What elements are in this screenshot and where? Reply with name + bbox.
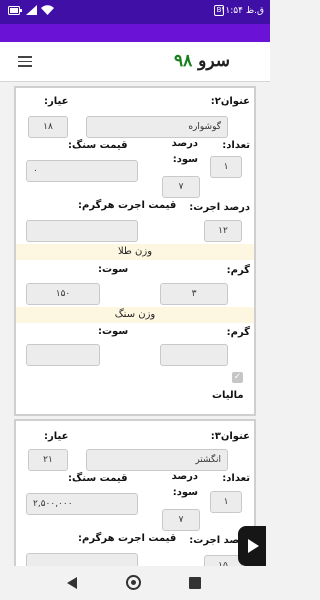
status-time: ۱۱:۵۴ ق.ظ [220,6,264,16]
wifi-icon [41,5,54,15]
stone-price-label: قیمت سنگ: [68,473,128,484]
profit-label-line2: سود: [172,154,198,165]
title-field[interactable]: انگشتر [86,449,228,471]
signal-icon [26,5,37,15]
sut-label: سوت: [98,264,129,275]
stone-gram-label: گرم: [226,327,250,338]
carat-label: عیار: [44,431,69,442]
menu-icon[interactable] [18,56,32,67]
stone-price-field[interactable]: ۲,۵۰۰,۰۰۰ [26,493,138,515]
wage-per-gram-label: قیمت اجرت هرگرم: [78,533,177,544]
profit-label-line2: سود: [172,487,198,498]
gold-weight-header: وزن طلا [16,244,254,260]
carat-field[interactable]: ۱۸ [28,116,68,138]
stone-gram-field[interactable] [160,344,228,366]
app-bar: سرو ۹۸ [0,42,270,82]
stone-weight-header: وزن سنگ [16,307,254,323]
title-field[interactable]: گوشواره [86,116,228,138]
stone-sut-label: سوت: [98,326,129,337]
profit-label-line1: درصد [171,471,198,482]
count-label: تعداد: [222,140,250,151]
navigation-bar [0,566,270,600]
home-icon[interactable] [126,575,141,590]
recents-icon[interactable] [189,577,201,589]
count-label: تعداد: [222,473,250,484]
play-icon[interactable] [238,526,266,566]
tax-label: مالیات [212,390,244,401]
accent-bar [0,24,270,42]
carat-label: عیار: [44,96,69,107]
stone-price-field[interactable]: ۰ [26,160,138,182]
carat-field[interactable]: ۲۱ [28,449,68,471]
sut-field[interactable]: ۱۵۰ [26,283,100,305]
back-icon[interactable] [67,577,77,589]
title-label: عنوان۲: [210,96,250,107]
gram-label: گرم: [226,265,250,276]
profit-field[interactable]: ۷ [162,176,200,198]
profit-label-line1: درصد [171,138,198,149]
tax-checkbox[interactable]: ✓ [232,372,243,383]
count-field[interactable]: ۱ [210,156,242,178]
wage-per-gram-field[interactable] [26,220,138,242]
battery-icon [8,5,22,15]
wage-percent-label: درصد اجرت: [189,202,250,213]
app-title-word: سرو [198,51,230,71]
count-field[interactable]: ۱ [210,491,242,513]
status-bar: B ۱۱:۵۴ ق.ظ [0,0,270,24]
item-card-2: عنوان۲: عیار: گوشواره ۱۸ تعداد: درصد قیم… [14,86,256,416]
item-card-3: عنوان۳: عیار: انگشتر ۲۱ تعداد: درصد قیمت… [14,419,256,579]
stone-price-label: قیمت سنگ: [68,140,128,151]
check-icon: ✓ [233,372,242,382]
gram-field[interactable]: ۳ [160,283,228,305]
title-label: عنوان۳: [210,431,250,442]
wage-percent-field[interactable]: ۱۲ [204,220,242,242]
profit-field[interactable]: ۷ [162,509,200,531]
app-title-number: ۹۸ [173,51,193,71]
stone-sut-field[interactable] [26,344,100,366]
wage-per-gram-label: قیمت اجرت هرگرم: [78,200,177,211]
app-title: سرو ۹۸ [174,51,230,71]
status-icons [8,5,54,15]
